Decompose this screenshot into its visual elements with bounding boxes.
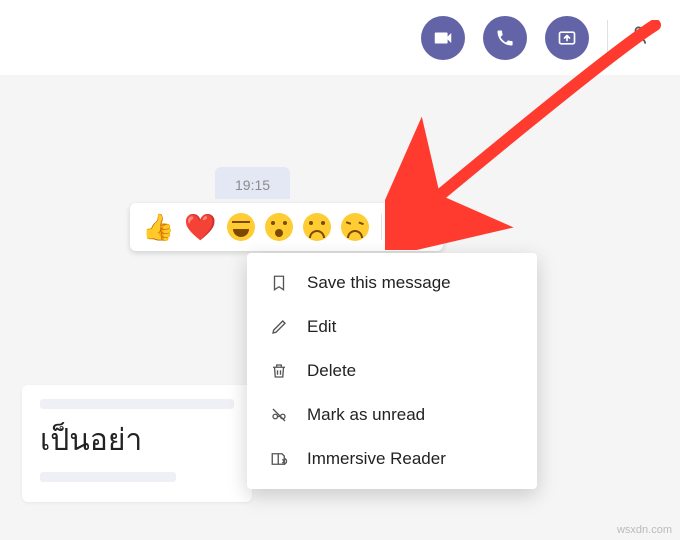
menu-label: Mark as unread [307, 405, 425, 425]
trash-icon [269, 361, 289, 381]
placeholder-line [40, 399, 234, 409]
message-context-menu: Save this message Edit Delete Mark as un… [247, 253, 537, 489]
glasses-slash-icon [269, 405, 289, 425]
reaction-angry[interactable] [341, 213, 369, 241]
audio-call-button[interactable] [483, 16, 527, 60]
compose-text: เป็นอย่า [40, 415, 234, 466]
menu-item-mark-unread[interactable]: Mark as unread [247, 393, 537, 437]
reaction-like[interactable]: 👍 [142, 214, 174, 240]
header-divider [607, 20, 608, 56]
immersive-reader-icon [269, 449, 289, 469]
chat-header [0, 0, 680, 75]
menu-label: Immersive Reader [307, 449, 446, 469]
compose-box[interactable]: เป็นอย่า [22, 385, 252, 502]
placeholder-line [40, 472, 176, 482]
menu-label: Delete [307, 361, 356, 381]
people-add-icon [630, 22, 656, 48]
pencil-icon [269, 317, 289, 337]
reaction-divider [381, 214, 382, 240]
header-actions [421, 16, 660, 60]
share-screen-button[interactable] [545, 16, 589, 60]
message-timestamp: 19:15 [215, 167, 290, 199]
reaction-bar: 👍 ❤️ ••• [130, 203, 443, 251]
menu-item-immersive-reader[interactable]: Immersive Reader [247, 437, 537, 481]
video-call-button[interactable] [421, 16, 465, 60]
video-icon [432, 27, 454, 49]
add-people-button[interactable] [626, 18, 660, 57]
menu-label: Edit [307, 317, 336, 337]
menu-item-delete[interactable]: Delete [247, 349, 537, 393]
more-options-button[interactable]: ••• [394, 216, 431, 238]
phone-icon [495, 28, 515, 48]
reaction-laugh[interactable] [227, 213, 255, 241]
menu-label: Save this message [307, 273, 451, 293]
reaction-surprised[interactable] [265, 213, 293, 241]
reaction-heart[interactable]: ❤️ [184, 214, 216, 240]
chat-area: 19:15 👍 ❤️ ••• Save this message Edit D [0, 75, 680, 540]
bookmark-icon [269, 273, 289, 293]
reaction-sad[interactable] [303, 213, 331, 241]
menu-item-edit[interactable]: Edit [247, 305, 537, 349]
menu-item-save[interactable]: Save this message [247, 261, 537, 305]
share-tray-icon [557, 28, 577, 48]
watermark: wsxdn.com [617, 524, 672, 536]
